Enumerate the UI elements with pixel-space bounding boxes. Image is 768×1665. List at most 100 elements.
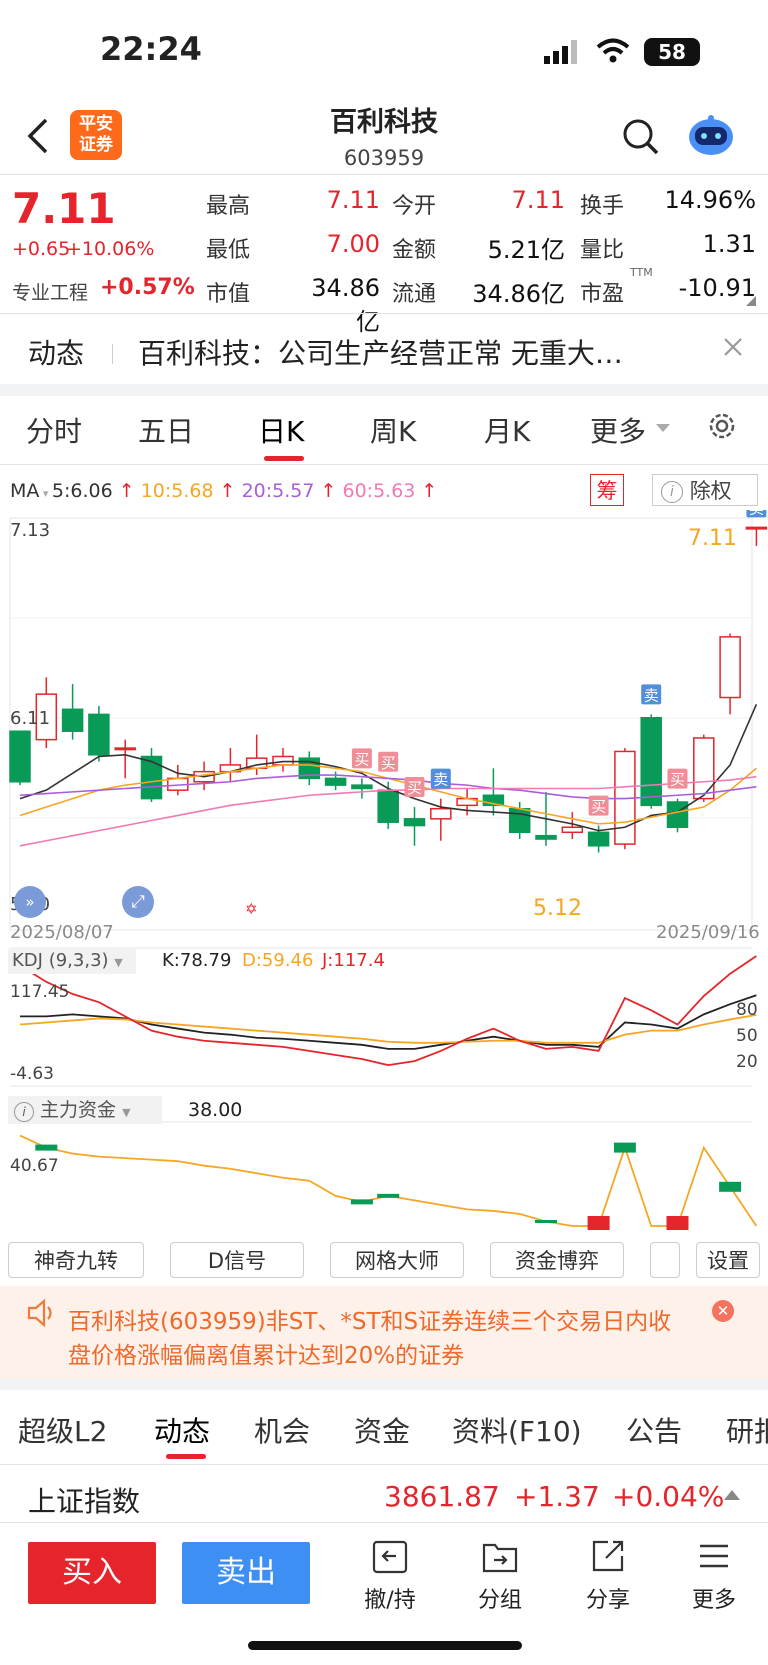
alert-close-icon[interactable]: ✕ [712,1300,734,1322]
candle-body [719,636,741,699]
search-icon[interactable] [622,118,660,160]
tab-more[interactable]: 更多 [590,410,646,450]
fullscreen-icon[interactable]: ⤢ [122,886,154,918]
group-action[interactable]: 分组 [470,1536,530,1614]
quote-label: 今开 [392,194,437,219]
adjust-button[interactable]: i 除权 [652,474,758,506]
section-gap [0,384,768,396]
candle-body [508,807,531,834]
candle-body [535,834,557,840]
assistant-robot-icon[interactable] [686,112,736,162]
info-icon: i [661,481,683,503]
tool-settings[interactable]: 设置 [696,1242,760,1278]
quote-value: 34.86亿 [472,280,565,308]
signal-text: 买 [381,754,396,772]
kdj-selector[interactable]: KDJ (9,3,3) ▼ [8,948,136,974]
tab-research[interactable]: 研报 [726,1410,768,1450]
chevron-up-icon[interactable] [724,1490,740,1500]
more-action[interactable]: 更多 [684,1536,744,1614]
speaker-icon [26,1298,58,1332]
candle-body [324,777,347,786]
tool-grid-master[interactable]: 网格大师 [330,1242,464,1278]
share-label: 分享 [585,1588,630,1613]
tool-blank[interactable] [650,1242,680,1278]
capital-bar [666,1216,689,1230]
ma10-value: 10:5.68 [140,480,214,502]
capital-bar [587,1216,610,1230]
quote-label: 流通 [392,282,437,307]
tab-opportunity[interactable]: 机会 [254,1410,310,1450]
alert-text-1: 百利科技(603959)非ST、*ST和S证券连续三个交易日内收 [68,1309,672,1335]
tool-magic-nine[interactable]: 神奇九转 [8,1242,144,1278]
event-star-icon[interactable]: ✡ [245,900,258,918]
active-tab-underline [264,456,304,461]
price-change-pct: +10.06% [66,238,155,260]
tab-weekly-k[interactable]: 周K [370,410,416,450]
quote-label: 换手 [580,194,625,219]
quote-value: -10.91 [678,274,756,302]
sell-button[interactable]: 卖出 [182,1542,310,1604]
menu-icon [700,1544,728,1568]
battery-level: 58 [658,40,686,64]
tab-capital[interactable]: 资金 [354,1410,410,1450]
tab-intraday[interactable]: 分时 [26,410,82,450]
index-value: 3861.87 [384,1480,500,1513]
sector-pct[interactable]: +0.57% [100,275,195,300]
tab-daily-k[interactable]: 日K [258,410,304,450]
kdj-ref-50: 50 [736,1026,758,1046]
candle-body [403,818,426,827]
quote-label: 市值 [206,282,251,307]
kdj-j-value: J:117.4 [322,950,385,971]
tab-super-l2[interactable]: 超级L2 [18,1410,107,1450]
ma-label: MA [10,480,40,502]
buy-button[interactable]: 买入 [28,1542,156,1604]
y-axis-top-label: 7.13 [10,520,51,541]
tab-monthly-k[interactable]: 月K [484,410,530,450]
candle-body [640,716,662,807]
low-price-marker: 5.12 [533,896,582,921]
tab-announcement[interactable]: 公告 [626,1410,682,1450]
tool-d-signal[interactable]: D信号 [170,1242,304,1278]
news-headline[interactable]: 百利科技：公司生产经营正常 无重大… [138,332,678,372]
candle-body [140,755,163,800]
ma20-value: 20:5.57 [241,480,315,502]
active-bottom-tab-underline [166,1454,206,1459]
settings-gear-icon[interactable] [706,410,738,449]
quote-label: 量比 [580,238,625,263]
signal-text: 买 [354,750,369,768]
capital-line [19,1134,758,1227]
index-name[interactable]: 上证指数 [28,1480,140,1520]
expand-chart-icon[interactable]: » [14,886,46,918]
x-axis-start-date: 2025/08/07 [10,922,114,943]
candle-body [272,755,294,766]
quote-label: 市盈 [580,282,625,307]
sector-name[interactable]: 专业工程 [12,278,88,305]
tab-five-day[interactable]: 五日 [138,410,194,450]
tool-capital-game[interactable]: 资金博弈 [490,1242,624,1278]
capital-title: 主力资金 [40,1099,117,1121]
share-icon [592,1540,624,1572]
high-price-marker: 7.11 [688,526,737,551]
tab-f10[interactable]: 资料(F10) [452,1410,582,1450]
chip-distribution-button[interactable]: 筹 [590,474,624,506]
kdj-k-line [20,994,757,1050]
quote-value: 5.21亿 [487,236,565,264]
news-separator [112,344,113,364]
y-axis-mid-label: 6.11 [10,708,51,729]
cancel-hold-action[interactable]: 撤/持 [360,1536,420,1614]
quote-label: 最高 [206,194,251,219]
share-action[interactable]: 分享 [578,1536,638,1614]
close-icon[interactable] [722,336,744,362]
kdj-d-value: D:59.46 [242,950,314,971]
capital-selector[interactable]: i 主力资金 ▼ [8,1096,162,1124]
index-pct: +0.04% [612,1480,725,1513]
tab-news[interactable]: 动态 [154,1410,210,1450]
cancel-hold-icon [372,1540,408,1574]
x-axis-end-date: 2025/09/16 [656,922,760,943]
candle-body [351,784,373,790]
signal-text: 买 [591,798,606,816]
ttm-label: TTM [630,266,653,279]
candle-body [693,737,715,800]
candle-body [561,826,584,834]
expand-corner-icon[interactable] [746,296,756,306]
